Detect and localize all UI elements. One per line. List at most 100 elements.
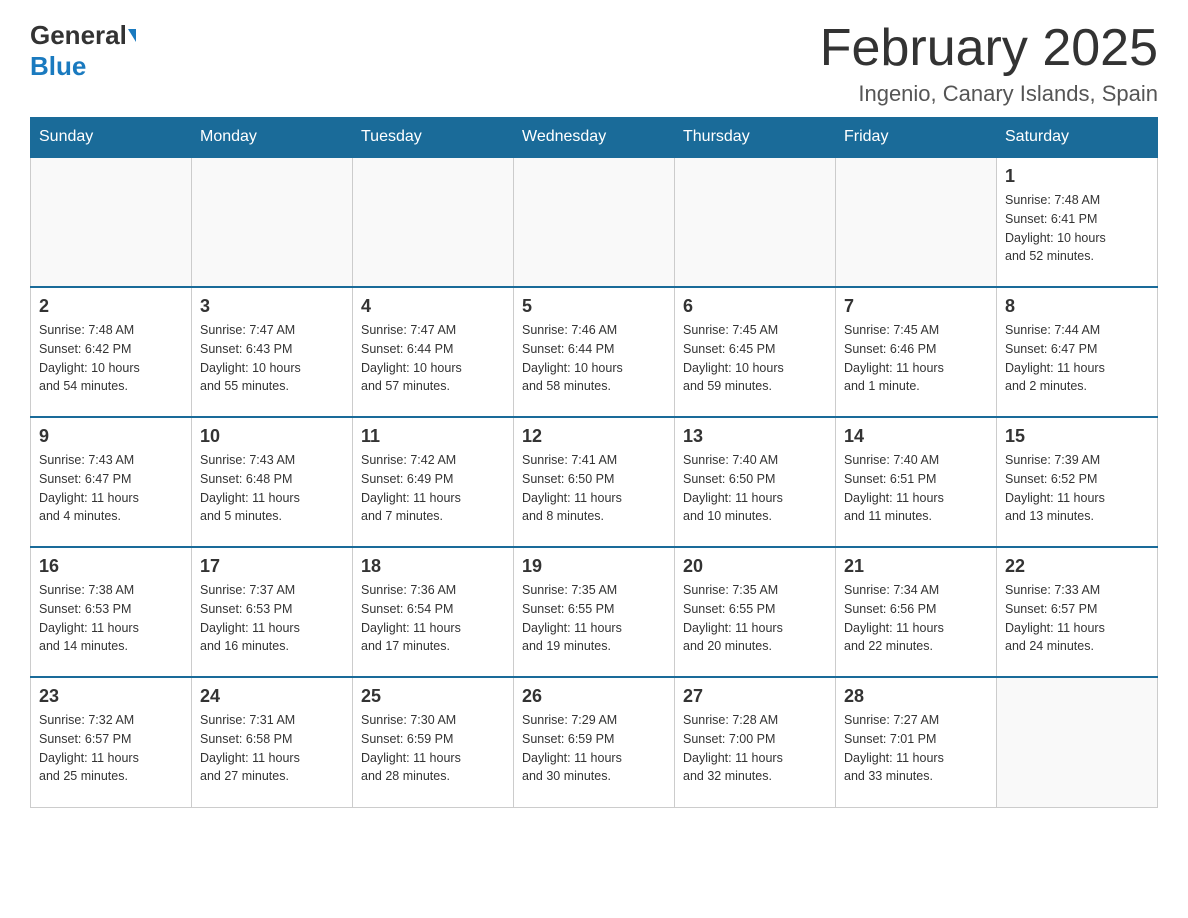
calendar-cell: 22 Sunrise: 7:33 AM Sunset: 6:57 PM Dayli… [997,547,1158,677]
day-info: Sunrise: 7:36 AM Sunset: 6:54 PM Dayligh… [361,581,505,656]
day-number: 27 [683,686,827,707]
calendar-cell: 26 Sunrise: 7:29 AM Sunset: 6:59 PM Dayli… [514,677,675,807]
logo: General Blue [30,20,136,82]
day-number: 4 [361,296,505,317]
day-number: 24 [200,686,344,707]
day-number: 26 [522,686,666,707]
calendar-cell [514,157,675,287]
calendar-cell: 23 Sunrise: 7:32 AM Sunset: 6:57 PM Dayli… [31,677,192,807]
day-number: 3 [200,296,344,317]
calendar-cell: 20 Sunrise: 7:35 AM Sunset: 6:55 PM Dayli… [675,547,836,677]
day-number: 21 [844,556,988,577]
day-info: Sunrise: 7:48 AM Sunset: 6:42 PM Dayligh… [39,321,183,396]
day-info: Sunrise: 7:43 AM Sunset: 6:47 PM Dayligh… [39,451,183,526]
day-number: 23 [39,686,183,707]
day-info: Sunrise: 7:39 AM Sunset: 6:52 PM Dayligh… [1005,451,1149,526]
calendar-week-row: 1Sunrise: 7:48 AM Sunset: 6:41 PM Daylig… [31,157,1158,287]
day-info: Sunrise: 7:40 AM Sunset: 6:50 PM Dayligh… [683,451,827,526]
page-header: General Blue February 2025 Ingenio, Cana… [30,20,1158,107]
calendar-cell: 16 Sunrise: 7:38 AM Sunset: 6:53 PM Dayli… [31,547,192,677]
day-number: 2 [39,296,183,317]
calendar-cell [353,157,514,287]
day-number: 15 [1005,426,1149,447]
title-block: February 2025 Ingenio, Canary Islands, S… [820,20,1158,107]
calendar-cell: 3Sunrise: 7:47 AM Sunset: 6:43 PM Daylig… [192,287,353,417]
month-title: February 2025 [820,20,1158,77]
weekday-header-thursday: Thursday [675,118,836,158]
calendar-header-row: SundayMondayTuesdayWednesdayThursdayFrid… [31,118,1158,158]
calendar-cell [997,677,1158,807]
calendar-table: SundayMondayTuesdayWednesdayThursdayFrid… [30,117,1158,808]
calendar-cell: 19 Sunrise: 7:35 AM Sunset: 6:55 PM Dayli… [514,547,675,677]
calendar-week-row: 2 Sunrise: 7:48 AM Sunset: 6:42 PM Daylig… [31,287,1158,417]
day-info: Sunrise: 7:45 AM Sunset: 6:46 PM Dayligh… [844,321,988,396]
weekday-header-tuesday: Tuesday [353,118,514,158]
calendar-cell: 5 Sunrise: 7:46 AM Sunset: 6:44 PM Daylig… [514,287,675,417]
calendar-cell [31,157,192,287]
calendar-cell: 7 Sunrise: 7:45 AM Sunset: 6:46 PM Daylig… [836,287,997,417]
day-number: 16 [39,556,183,577]
day-info: Sunrise: 7:30 AM Sunset: 6:59 PM Dayligh… [361,711,505,786]
calendar-cell: 4 Sunrise: 7:47 AM Sunset: 6:44 PM Daylig… [353,287,514,417]
day-info: Sunrise: 7:31 AM Sunset: 6:58 PM Dayligh… [200,711,344,786]
calendar-cell: 14 Sunrise: 7:40 AM Sunset: 6:51 PM Dayli… [836,417,997,547]
calendar-cell: 11 Sunrise: 7:42 AM Sunset: 6:49 PM Dayli… [353,417,514,547]
day-number: 14 [844,426,988,447]
calendar-cell: 2 Sunrise: 7:48 AM Sunset: 6:42 PM Daylig… [31,287,192,417]
calendar-cell: 28 Sunrise: 7:27 AM Sunset: 7:01 PM Dayli… [836,677,997,807]
day-number: 9 [39,426,183,447]
day-info: Sunrise: 7:41 AM Sunset: 6:50 PM Dayligh… [522,451,666,526]
calendar-cell: 1Sunrise: 7:48 AM Sunset: 6:41 PM Daylig… [997,157,1158,287]
day-number: 7 [844,296,988,317]
day-number: 22 [1005,556,1149,577]
logo-arrow-icon [128,29,136,42]
day-number: 20 [683,556,827,577]
day-info: Sunrise: 7:42 AM Sunset: 6:49 PM Dayligh… [361,451,505,526]
weekday-header-saturday: Saturday [997,118,1158,158]
day-number: 13 [683,426,827,447]
calendar-week-row: 23 Sunrise: 7:32 AM Sunset: 6:57 PM Dayli… [31,677,1158,807]
day-number: 19 [522,556,666,577]
calendar-cell: 6Sunrise: 7:45 AM Sunset: 6:45 PM Daylig… [675,287,836,417]
day-info: Sunrise: 7:35 AM Sunset: 6:55 PM Dayligh… [683,581,827,656]
calendar-cell: 8Sunrise: 7:44 AM Sunset: 6:47 PM Daylig… [997,287,1158,417]
day-info: Sunrise: 7:47 AM Sunset: 6:44 PM Dayligh… [361,321,505,396]
weekday-header-monday: Monday [192,118,353,158]
calendar-cell: 10Sunrise: 7:43 AM Sunset: 6:48 PM Dayli… [192,417,353,547]
calendar-cell: 25 Sunrise: 7:30 AM Sunset: 6:59 PM Dayli… [353,677,514,807]
day-number: 10 [200,426,344,447]
day-info: Sunrise: 7:48 AM Sunset: 6:41 PM Dayligh… [1005,191,1149,266]
day-info: Sunrise: 7:46 AM Sunset: 6:44 PM Dayligh… [522,321,666,396]
day-number: 8 [1005,296,1149,317]
calendar-cell: 13 Sunrise: 7:40 AM Sunset: 6:50 PM Dayli… [675,417,836,547]
day-number: 12 [522,426,666,447]
day-info: Sunrise: 7:32 AM Sunset: 6:57 PM Dayligh… [39,711,183,786]
day-number: 25 [361,686,505,707]
calendar-cell: 21Sunrise: 7:34 AM Sunset: 6:56 PM Dayli… [836,547,997,677]
day-number: 28 [844,686,988,707]
calendar-week-row: 9 Sunrise: 7:43 AM Sunset: 6:47 PM Daylig… [31,417,1158,547]
day-info: Sunrise: 7:38 AM Sunset: 6:53 PM Dayligh… [39,581,183,656]
day-number: 11 [361,426,505,447]
logo-blue-text: Blue [30,51,86,81]
day-info: Sunrise: 7:33 AM Sunset: 6:57 PM Dayligh… [1005,581,1149,656]
calendar-cell: 24 Sunrise: 7:31 AM Sunset: 6:58 PM Dayli… [192,677,353,807]
day-number: 5 [522,296,666,317]
day-info: Sunrise: 7:35 AM Sunset: 6:55 PM Dayligh… [522,581,666,656]
day-number: 18 [361,556,505,577]
weekday-header-friday: Friday [836,118,997,158]
calendar-cell [836,157,997,287]
calendar-cell [192,157,353,287]
location-subtitle: Ingenio, Canary Islands, Spain [820,81,1158,107]
day-number: 6 [683,296,827,317]
weekday-header-wednesday: Wednesday [514,118,675,158]
weekday-header-sunday: Sunday [31,118,192,158]
calendar-cell [675,157,836,287]
day-info: Sunrise: 7:29 AM Sunset: 6:59 PM Dayligh… [522,711,666,786]
day-number: 17 [200,556,344,577]
day-info: Sunrise: 7:27 AM Sunset: 7:01 PM Dayligh… [844,711,988,786]
calendar-cell: 17Sunrise: 7:37 AM Sunset: 6:53 PM Dayli… [192,547,353,677]
day-info: Sunrise: 7:28 AM Sunset: 7:00 PM Dayligh… [683,711,827,786]
day-info: Sunrise: 7:40 AM Sunset: 6:51 PM Dayligh… [844,451,988,526]
calendar-cell: 9 Sunrise: 7:43 AM Sunset: 6:47 PM Daylig… [31,417,192,547]
